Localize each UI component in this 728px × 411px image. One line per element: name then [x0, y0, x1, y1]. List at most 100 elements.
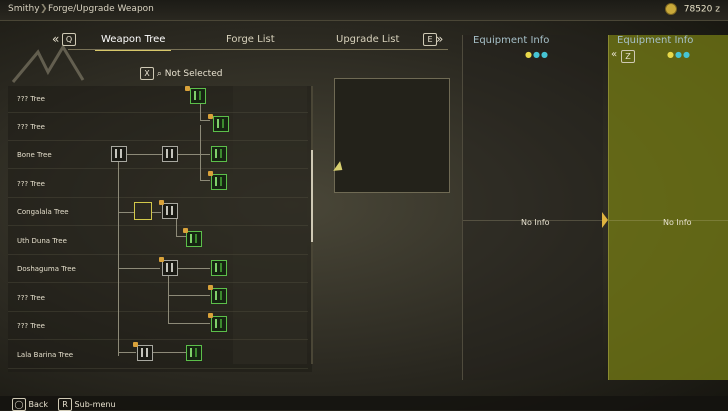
- currency-amount: 78520: [683, 4, 713, 15]
- lock-icon: [208, 313, 213, 318]
- breadcrumb-current: Forge/Upgrade Weapon: [48, 4, 154, 14]
- tree-row[interactable]: Bone Tree: [8, 142, 308, 169]
- tree-connector: [176, 154, 210, 155]
- search-icon: ⌕: [156, 69, 162, 79]
- tree-name: Doshaguma Tree: [17, 265, 76, 273]
- submenu-label: Sub-menu: [74, 400, 116, 409]
- tree-name: ??? Tree: [17, 294, 45, 302]
- lock-icon: [208, 285, 213, 290]
- tree-connector: [168, 295, 210, 296]
- tree-name: ??? Tree: [17, 95, 45, 103]
- equipment-info-panel: Equipment Info ●●● No Info: [462, 35, 603, 380]
- submenu-button[interactable]: R Sub-menu: [58, 398, 116, 411]
- tree-connector: [118, 268, 160, 269]
- equipment-info-title: Equipment Info: [617, 35, 694, 46]
- page-dots-icon: ●●●: [525, 50, 549, 59]
- tree-name: Bone Tree: [17, 151, 52, 159]
- tree-connector: [176, 236, 186, 237]
- filter-control[interactable]: X ⌕ Not Selected: [140, 67, 222, 80]
- tree-connector: [118, 160, 119, 356]
- equipment-status: No Info: [521, 218, 550, 227]
- tree-connector: [176, 268, 210, 269]
- weapon-node-icon[interactable]: [162, 146, 178, 162]
- currency-display: 78520 z: [664, 3, 720, 15]
- tree-connector: [151, 212, 161, 213]
- tree-connector: [200, 180, 210, 181]
- weapon-node-icon[interactable]: [211, 174, 227, 190]
- tree-name: Lala Barina Tree: [17, 351, 74, 359]
- tree-row[interactable]: ??? Tree: [8, 171, 308, 198]
- next-tab-key[interactable]: E: [423, 33, 437, 46]
- lock-icon: [159, 257, 164, 262]
- weapon-node-icon[interactable]: [211, 316, 227, 332]
- tree-name: ??? Tree: [17, 180, 45, 188]
- lock-icon: [159, 200, 164, 205]
- tree-row[interactable]: Uth Duna Tree: [8, 228, 308, 255]
- coin-icon: [664, 3, 677, 15]
- tree-connector: [168, 323, 210, 324]
- lock-icon: [133, 342, 138, 347]
- tab-bar: « Q Weapon Tree Forge List Upgrade List …: [48, 31, 448, 51]
- top-bar: Smithy ❯ Forge/Upgrade Weapon 78520 z: [0, 0, 728, 21]
- weapon-node-icon[interactable]: [211, 288, 227, 304]
- back-key-icon: ◯: [12, 398, 26, 411]
- tree-connector: [200, 120, 210, 121]
- tab-weapon-tree[interactable]: Weapon Tree: [94, 34, 172, 51]
- equipment-info-title: Equipment Info: [473, 35, 550, 46]
- tree-name: Uth Duna Tree: [17, 237, 67, 245]
- weapon-node-icon[interactable]: [111, 146, 127, 162]
- compare-key[interactable]: Z: [621, 50, 635, 63]
- prev-tab-key[interactable]: Q: [62, 33, 76, 46]
- filter-label: Not Selected: [164, 69, 223, 79]
- tree-scrollbar[interactable]: [311, 86, 313, 364]
- equipment-compare-panel: Equipment Info « Z ●●● No Info: [608, 35, 728, 380]
- chevron-left-icon[interactable]: «: [52, 32, 59, 46]
- weapon-node-icon[interactable]: [137, 345, 153, 361]
- equipment-status: No Info: [663, 218, 692, 227]
- currency-unit: z: [715, 4, 720, 15]
- weapon-node-icon[interactable]: [211, 146, 227, 162]
- page-dots-icon: ●●●: [667, 50, 691, 59]
- tree-row[interactable]: ??? Tree: [8, 86, 308, 113]
- lock-icon: [183, 228, 188, 233]
- weapon-node-icon[interactable]: [186, 231, 202, 247]
- tree-row[interactable]: ??? Tree: [8, 313, 308, 340]
- tree-row[interactable]: ??? Tree: [8, 114, 308, 141]
- lock-icon: [208, 171, 213, 176]
- tree-name: ??? Tree: [17, 322, 45, 330]
- back-button[interactable]: ◯ Back: [12, 398, 48, 411]
- selected-node-frame[interactable]: [134, 202, 152, 220]
- tree-connector: [168, 275, 169, 323]
- tree-connector: [118, 212, 134, 213]
- breadcrumb-root[interactable]: Smithy: [8, 4, 40, 14]
- lock-icon: [208, 114, 213, 119]
- weapon-node-icon[interactable]: [211, 260, 227, 276]
- weapon-node-icon[interactable]: [213, 116, 229, 132]
- chevron-right-icon[interactable]: »: [436, 32, 443, 46]
- weapon-preview-panel: [334, 78, 450, 193]
- tab-underline: [68, 49, 448, 50]
- scrollbar-thumb[interactable]: [311, 150, 313, 242]
- tree-connector: [200, 125, 201, 180]
- submenu-key: R: [58, 398, 72, 411]
- filter-key[interactable]: X: [140, 67, 154, 80]
- tree-row[interactable]: Lala Barina Tree: [8, 342, 308, 369]
- weapon-node-icon[interactable]: [162, 203, 178, 219]
- bottom-bar: ◯ Back R Sub-menu: [0, 396, 728, 411]
- tab-upgrade-list[interactable]: Upgrade List: [336, 34, 399, 45]
- weapon-node-icon[interactable]: [186, 345, 202, 361]
- chevron-left-icon[interactable]: «: [611, 49, 617, 60]
- tree-row[interactable]: ??? Tree: [8, 285, 308, 312]
- weapon-node-icon[interactable]: [190, 88, 206, 104]
- lock-icon: [185, 86, 190, 91]
- tree-connector: [152, 352, 186, 353]
- tree-name: ??? Tree: [17, 123, 45, 131]
- weapon-node-icon[interactable]: [162, 260, 178, 276]
- back-label: Back: [28, 400, 48, 409]
- tree-connector: [126, 154, 162, 155]
- breadcrumb-separator-icon: ❯: [40, 4, 48, 14]
- tree-name: Congalala Tree: [17, 208, 69, 216]
- tree-connector: [118, 352, 136, 353]
- tree-row[interactable]: Doshaguma Tree: [8, 256, 308, 283]
- tab-forge-list[interactable]: Forge List: [226, 34, 275, 45]
